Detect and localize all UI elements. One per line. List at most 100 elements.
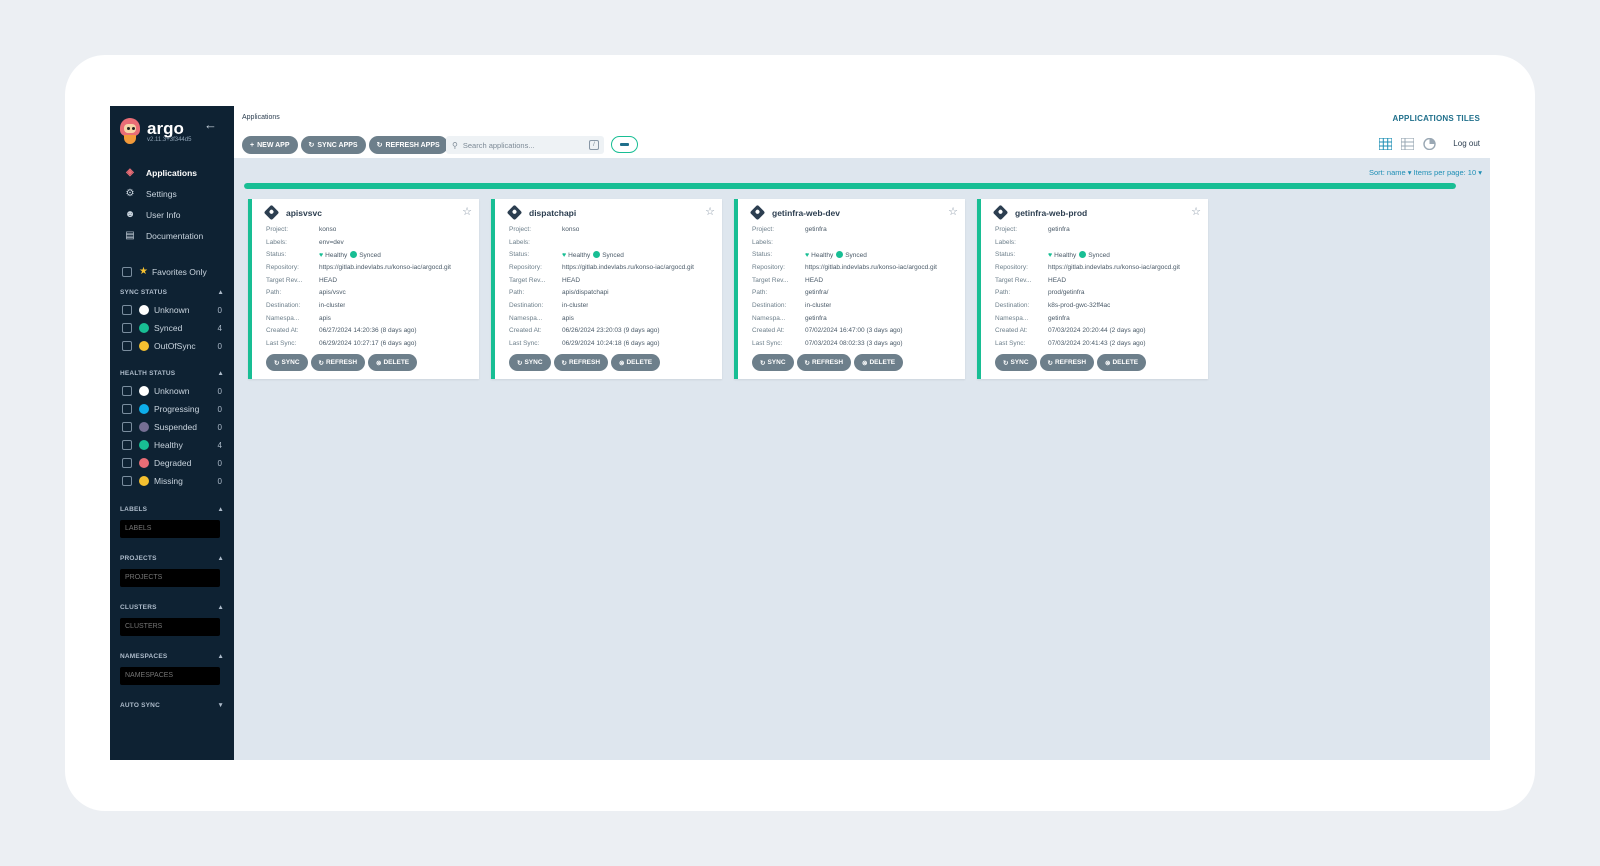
auto-sync-header[interactable]: AUTO SYNC ▼ (120, 702, 224, 709)
search-input[interactable]: ⚲ Search applications... / (446, 136, 604, 154)
healthy-heart-icon: ♥ (1048, 251, 1053, 259)
detail-key: Project: (995, 225, 1018, 233)
filter-row-healthy[interactable]: Healthy 4 (122, 436, 222, 454)
detail-row-last_sync: Last Sync: 06/29/2024 10:27:17 (6 days ag… (266, 337, 476, 350)
new-app-button[interactable]: + NEW APP (242, 136, 298, 154)
sync-button[interactable]: ↻ SYNC (752, 354, 794, 371)
sidebar-item-user-info[interactable]: ☻ User Info (110, 204, 234, 225)
filter-row-degraded[interactable]: Degraded 0 (122, 454, 222, 472)
tiles-view-icon[interactable] (1379, 138, 1392, 150)
filter-checkbox[interactable] (122, 422, 132, 432)
sync-icon: ↻ (308, 142, 315, 149)
labels-header[interactable]: LABELS ▲ (120, 506, 224, 513)
delete-button[interactable]: ⊗ DELETE (1097, 354, 1147, 371)
filter-row-unknown[interactable]: Unknown 0 (122, 382, 222, 400)
favorites-checkbox[interactable] (122, 266, 132, 277)
refresh-button[interactable]: ↻ REFRESH (1039, 354, 1095, 371)
filter-checkbox[interactable] (122, 305, 132, 315)
app-name[interactable]: dispatchapi (529, 208, 576, 218)
favorite-star-icon[interactable]: ☆ (462, 205, 472, 218)
filter-row-outofsync[interactable]: OutOfSync 0 (122, 337, 222, 355)
sort-and-pagination[interactable]: Sort: name ▾ Items per page: 10 ▾ (1369, 168, 1482, 177)
app-tile[interactable]: getinfra-web-prod ☆ Project: getinfra Labels… (977, 199, 1208, 379)
list-view-icon[interactable] (1401, 138, 1414, 150)
filter-row-suspended[interactable]: Suspended 0 (122, 418, 222, 436)
delete-button[interactable]: ⊗ DELETE (854, 354, 904, 371)
filter-checkbox[interactable] (122, 476, 132, 486)
app-tile[interactable]: apisvsvc ☆ Project: konso Labels: env=dev Stat… (248, 199, 479, 379)
filter-checkbox[interactable] (122, 323, 132, 333)
button-label: REFRESH (325, 359, 358, 366)
sidebar-item-documentation[interactable]: ▤ Documentation (110, 225, 234, 246)
detail-row-status: Status: ♥ Healthy Synced (752, 248, 962, 261)
detail-value: getinfra/ (805, 289, 829, 297)
app-tile[interactable]: dispatchapi ☆ Project: konso Labels: Status: ♥… (491, 199, 722, 379)
refresh-button[interactable]: ↻ REFRESH (553, 354, 609, 371)
detail-key: Path: (752, 289, 768, 297)
refresh-apps-button[interactable]: ↻ REFRESH APPS (368, 136, 448, 154)
favorite-star-icon[interactable]: ☆ (705, 205, 715, 218)
detail-key: Namespa... (752, 314, 786, 322)
favorites-filter[interactable]: ★ Favorites Only (122, 266, 207, 277)
favorite-star-icon[interactable]: ☆ (1191, 205, 1201, 218)
filter-checkbox[interactable] (122, 458, 132, 468)
collapse-sidebar-icon[interactable]: ← (204, 118, 218, 132)
refresh-button[interactable]: ↻ REFRESH (310, 354, 366, 371)
favorites-label: Favorites Only (151, 266, 207, 277)
filter-checkbox[interactable] (122, 440, 132, 450)
filter-row-synced[interactable]: Synced 4 (122, 319, 222, 337)
sidebar: argo v2.11.3+3f344d5 ← ◈ Applications ⚙ … (110, 106, 234, 760)
summary-view-icon[interactable] (1423, 138, 1436, 150)
projects-header[interactable]: PROJECTS ▲ (120, 555, 224, 562)
sync-button[interactable]: ↻ SYNC (266, 354, 308, 371)
detail-row-target: Target Rev... HEAD (752, 274, 962, 287)
filter-checkbox[interactable] (122, 386, 132, 396)
labels-input[interactable] (120, 520, 220, 538)
sync-status-header[interactable]: SYNC STATUS ▲ (120, 289, 224, 296)
chevron-up-icon: ▲ (217, 555, 224, 562)
detail-key: Namespa... (509, 314, 543, 322)
filter-checkbox[interactable] (122, 341, 132, 351)
app-tile[interactable]: getinfra-web-dev ☆ Project: getinfra Labels:… (734, 199, 965, 379)
brand[interactable]: argo v2.11.3+3f344d5 (119, 118, 191, 144)
namespaces-input[interactable] (120, 667, 220, 685)
filter-row-missing[interactable]: Missing 0 (122, 472, 222, 490)
minus-icon (620, 143, 629, 146)
app-tile-header: dispatchapi (506, 204, 576, 221)
clusters-input[interactable] (120, 618, 220, 636)
detail-value: in-cluster (562, 301, 589, 309)
health-status-header[interactable]: HEALTH STATUS ▲ (120, 370, 224, 377)
filter-label: Degraded (154, 458, 192, 468)
filter-checkbox[interactable] (122, 404, 132, 414)
detail-row-destination: Destination: in-cluster (266, 299, 476, 312)
detail-row-path: Path: getinfra/ (752, 286, 962, 299)
collapse-filters-button[interactable] (611, 136, 638, 153)
filter-count: 0 (217, 476, 222, 486)
app-name[interactable]: getinfra-web-prod (1015, 208, 1087, 218)
sync-button[interactable]: ↻ SYNC (995, 354, 1037, 371)
app-name[interactable]: getinfra-web-dev (772, 208, 840, 218)
sidebar-item-settings[interactable]: ⚙ Settings (110, 183, 234, 204)
book-icon: ▤ (125, 230, 135, 241)
filter-row-progressing[interactable]: Progressing 0 (122, 400, 222, 418)
health-status: Healthy (811, 251, 834, 259)
favorite-star-icon[interactable]: ☆ (948, 205, 958, 218)
namespaces-header[interactable]: NAMESPACES ▲ (120, 653, 224, 660)
filter-label: Missing (154, 476, 183, 486)
app-name[interactable]: apisvsvc (286, 208, 322, 218)
delete-button[interactable]: ⊗ DELETE (368, 354, 418, 371)
refresh-button[interactable]: ↻ REFRESH (796, 354, 852, 371)
filter-row-unknown[interactable]: Unknown 0 (122, 301, 222, 319)
breadcrumb[interactable]: Applications (242, 114, 280, 121)
logout-link[interactable]: Log out (1453, 139, 1480, 148)
app-details: Project: konso Labels: env=dev Status: ♥ Healt… (266, 223, 476, 350)
detail-key: Namespa... (266, 314, 300, 322)
projects-input[interactable] (120, 569, 220, 587)
sidebar-item-applications[interactable]: ◈ Applications (110, 162, 234, 183)
synced-check-icon (1079, 250, 1087, 258)
sync-apps-button[interactable]: ↻ SYNC APPS (300, 136, 366, 154)
delete-button[interactable]: ⊗ DELETE (611, 354, 661, 371)
app-tile-header: getinfra-web-prod (992, 204, 1087, 221)
sync-button[interactable]: ↻ SYNC (509, 354, 551, 371)
clusters-header[interactable]: CLUSTERS ▲ (120, 604, 224, 611)
